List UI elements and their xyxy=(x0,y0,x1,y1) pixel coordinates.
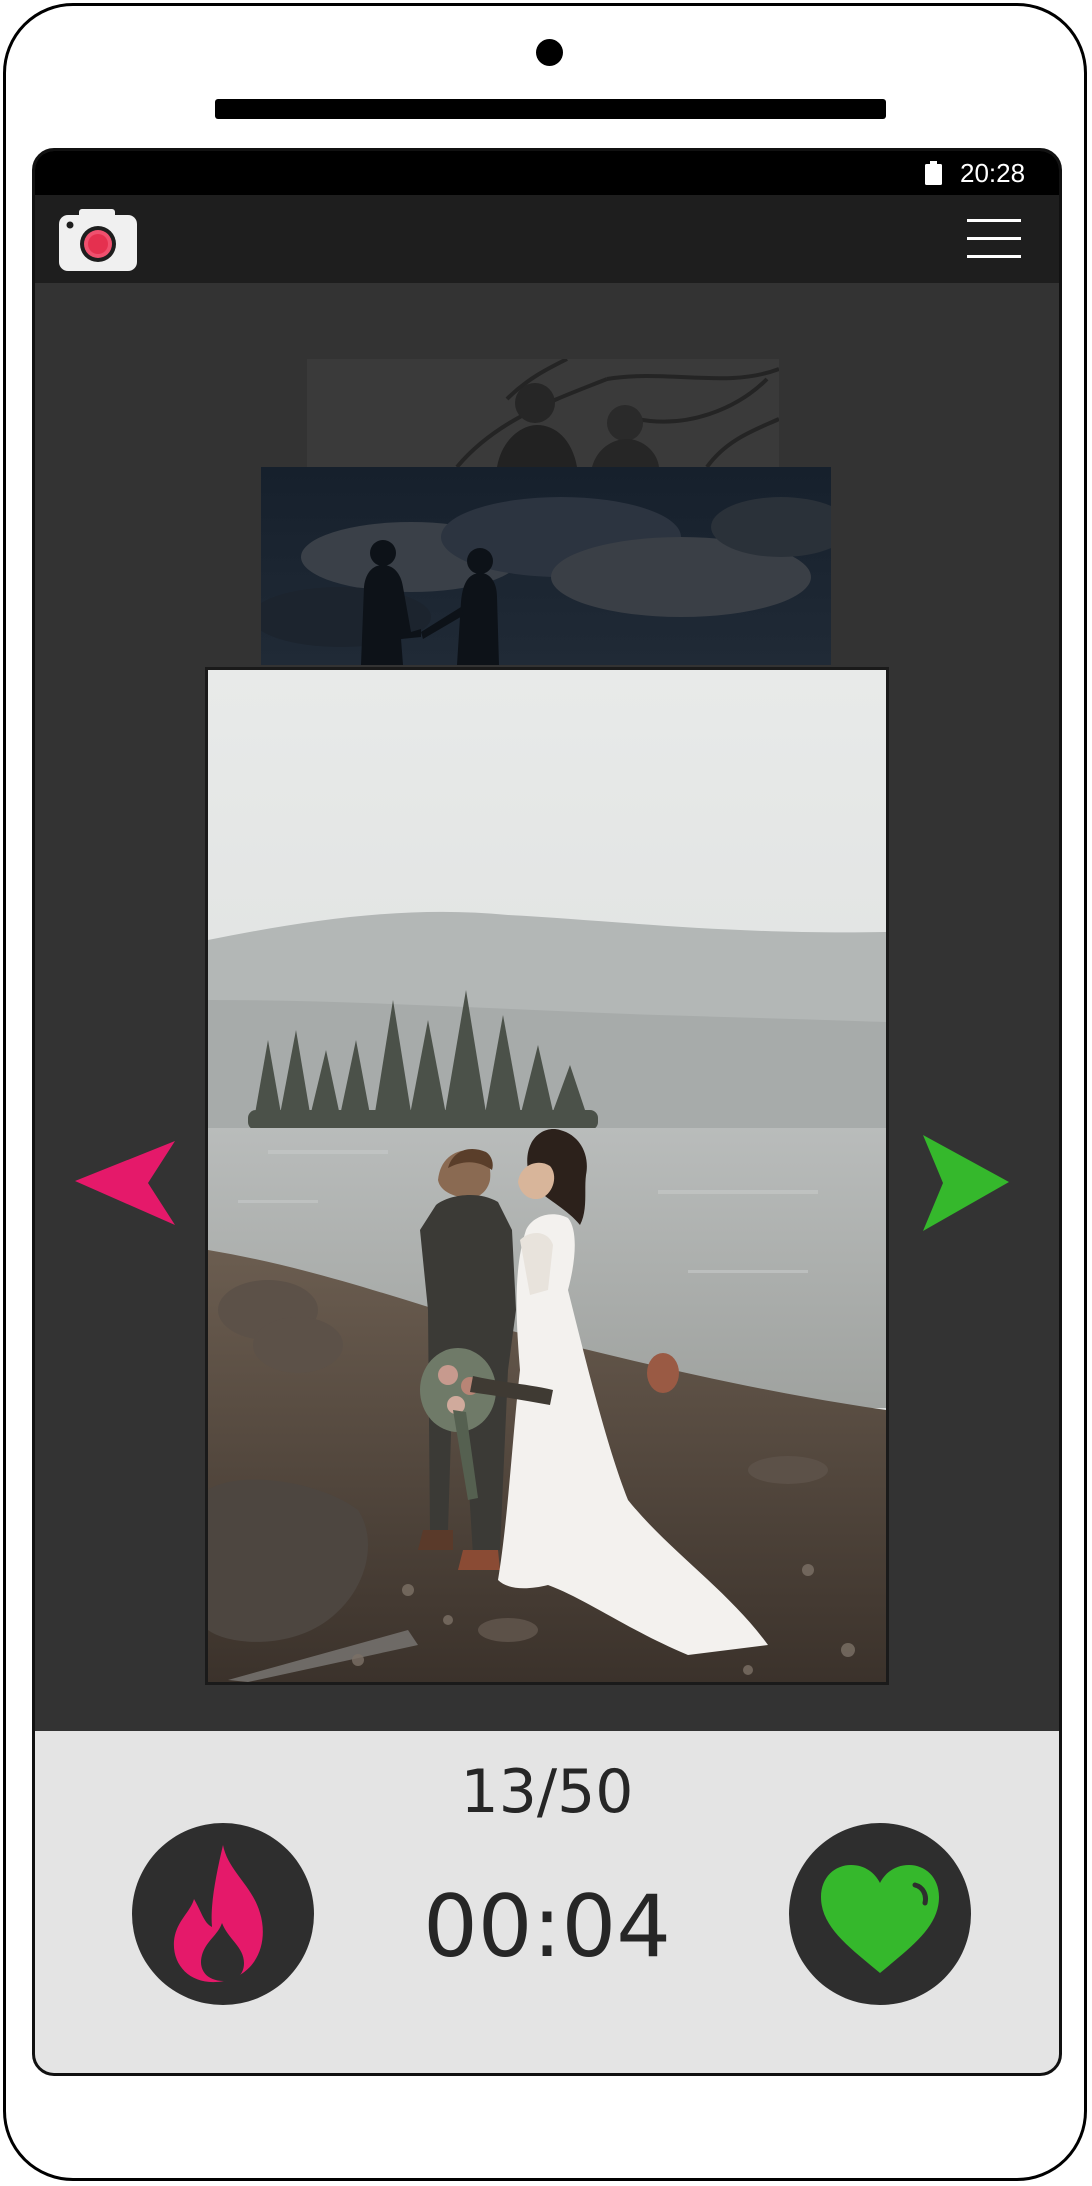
bottom-control-panel: 13/50 00:04 xyxy=(35,1731,1059,2073)
arrow-left-icon[interactable] xyxy=(75,1141,175,1225)
hamburger-menu-icon[interactable] xyxy=(967,217,1023,261)
couple-kissing-lakeside-photo xyxy=(205,667,889,1685)
front-camera xyxy=(536,39,563,66)
silhouette-couple-photo xyxy=(261,467,831,665)
speaker-grille xyxy=(215,99,886,119)
couple-under-tree-photo xyxy=(307,359,779,467)
camera-logo-icon[interactable] xyxy=(59,209,137,271)
app-screen: 20:28 13/50 00:04 xyxy=(32,148,1062,2076)
status-bar: 20:28 xyxy=(35,151,1059,195)
photo-counter: 13/50 xyxy=(460,1757,634,1827)
arrow-right-icon[interactable] xyxy=(923,1135,1009,1231)
status-time: 20:28 xyxy=(960,158,1026,188)
heart-button[interactable] xyxy=(789,1823,971,2005)
app-bar xyxy=(35,195,1059,283)
heart-icon xyxy=(821,1865,939,1973)
battery-full-icon xyxy=(925,161,942,185)
